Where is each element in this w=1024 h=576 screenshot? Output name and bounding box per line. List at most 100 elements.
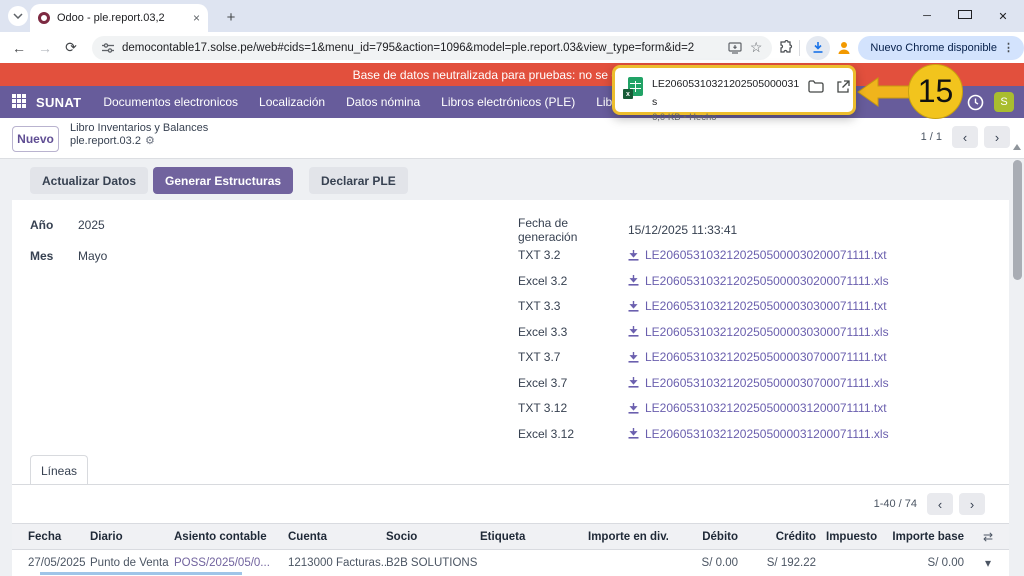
cell-diario: Punto de Venta	[90, 557, 174, 569]
cell-asiento-link[interactable]: POSS/2025/05/0...	[174, 557, 288, 569]
download-icon	[628, 326, 639, 337]
file-label: Excel 3.3	[518, 325, 628, 339]
list-prev-icon[interactable]: ‹	[927, 493, 953, 515]
tab-lineas[interactable]: Líneas	[30, 455, 88, 485]
control-panel: Nuevo Libro Inventarios y Balances ple.r…	[0, 118, 1024, 158]
forward-icon[interactable]: →	[32, 40, 58, 56]
activities-clock-icon[interactable]	[967, 94, 984, 111]
gear-icon[interactable]: ⚙	[145, 134, 155, 147]
show-in-folder-icon[interactable]	[808, 80, 824, 94]
actualizar-datos-button[interactable]: Actualizar Datos	[30, 167, 148, 194]
cell-debito: S/ 0.00	[668, 557, 748, 569]
col-asiento[interactable]: Asiento contable	[174, 531, 288, 543]
list-next-icon[interactable]: ›	[959, 493, 985, 515]
breadcrumb: Libro Inventarios y Balances ple.report.…	[70, 122, 208, 147]
breadcrumb-parent[interactable]: Libro Inventarios y Balances	[70, 122, 208, 134]
col-debito[interactable]: Débito	[668, 531, 748, 543]
cell-cuenta: 1213000 Facturas...	[288, 557, 386, 569]
menu-localizacion[interactable]: Localización	[259, 95, 325, 109]
app-brand[interactable]: SUNAT	[36, 95, 81, 110]
month-value[interactable]: Mayo	[78, 249, 107, 263]
scroll-up-icon[interactable]	[1013, 144, 1021, 150]
file-label: TXT 3.3	[518, 299, 628, 313]
new-record-button[interactable]: Nuevo	[12, 126, 59, 152]
download-bubble[interactable]: x LE20605310321202505000031 s 6,0 KB • H…	[612, 65, 856, 115]
menu-libros-ple[interactable]: Libros electrónicos (PLE)	[441, 95, 575, 109]
chrome-menu-icon[interactable]: ⋮	[1003, 41, 1014, 54]
col-importe-base[interactable]: Importe base	[882, 531, 974, 543]
cell-socio: B2B SOLUTIONS ...	[386, 557, 480, 569]
col-impuesto[interactable]: Impuesto	[826, 531, 882, 543]
download-meta: 6,0 KB • Hecho	[652, 112, 799, 123]
download-icon	[628, 403, 639, 414]
form-sheet: Año 2025 Mes Mayo Fecha de generación 15…	[12, 200, 1009, 576]
minimize-icon[interactable]: ─	[920, 10, 934, 22]
notebook-divider	[12, 484, 1009, 485]
columns-adjust-icon[interactable]: ⇄	[974, 530, 1002, 544]
download-icon	[628, 275, 639, 286]
record-prev-icon[interactable]: ‹	[952, 126, 978, 148]
declarar-ple-button[interactable]: Declarar PLE	[309, 167, 408, 194]
col-cuenta[interactable]: Cuenta	[288, 531, 386, 543]
file-download-link[interactable]: LE20605310321202505000030200071111.txt	[628, 248, 887, 262]
file-download-link[interactable]: LE20605310321202505000031200071111.txt	[628, 401, 887, 415]
extensions-icon[interactable]	[778, 40, 793, 55]
download-icon	[628, 428, 639, 439]
col-credito[interactable]: Crédito	[748, 531, 826, 543]
toolbar-divider	[799, 40, 800, 56]
cell-importe-base: S/ 0.00	[882, 557, 974, 569]
file-label: TXT 3.7	[518, 350, 628, 364]
site-info-icon[interactable]	[102, 43, 114, 53]
cell-credito: S/ 192.22	[748, 557, 826, 569]
file-label: Excel 3.12	[518, 427, 628, 441]
col-socio[interactable]: Socio	[386, 531, 480, 543]
year-label: Año	[30, 218, 64, 232]
tab-close-icon[interactable]: ×	[193, 11, 200, 25]
file-download-link[interactable]: LE20605310321202505000030700071111.txt	[628, 350, 887, 364]
horizontal-scroll-indicator[interactable]	[40, 572, 242, 575]
file-label: Excel 3.7	[518, 376, 628, 390]
file-download-link[interactable]: LE20605310321202505000030200071111.xls	[628, 274, 889, 288]
reload-icon[interactable]: ⟳	[58, 39, 84, 56]
record-next-icon[interactable]: ›	[984, 126, 1010, 148]
file-download-link[interactable]: LE20605310321202505000030300071111.xls	[628, 325, 889, 339]
year-value[interactable]: 2025	[78, 218, 107, 232]
file-label: Excel 3.2	[518, 274, 628, 288]
download-icon	[628, 250, 639, 261]
breadcrumb-record: ple.report.03.2	[70, 135, 141, 147]
browser-tab[interactable]: Odoo - ple.report.03,2 ×	[30, 4, 208, 32]
new-tab-icon[interactable]: +	[222, 8, 240, 26]
back-icon[interactable]: ←	[6, 40, 32, 56]
file-download-link[interactable]: LE20605310321202505000031200071111.xls	[628, 427, 889, 441]
chrome-tabstrip: Odoo - ple.report.03,2 × + ─ ✕	[0, 0, 1024, 32]
scrollbar-thumb[interactable]	[1013, 160, 1022, 280]
chrome-update-button[interactable]: Nuevo Chrome disponible ⋮	[858, 36, 1024, 60]
col-diario[interactable]: Diario	[90, 531, 174, 543]
install-app-icon[interactable]	[728, 42, 742, 54]
chrome-update-label: Nuevo Chrome disponible	[870, 42, 997, 54]
maximize-icon[interactable]	[958, 10, 972, 22]
user-avatar[interactable]: S	[994, 92, 1014, 112]
downloads-icon[interactable]	[806, 36, 830, 60]
col-etiqueta[interactable]: Etiqueta	[480, 531, 588, 543]
bookmark-star-icon[interactable]: ☆	[750, 39, 763, 56]
tab-search-icon[interactable]	[8, 6, 28, 26]
address-bar[interactable]: democontable17.solse.pe/web#cids=1&menu_…	[92, 36, 772, 60]
open-file-icon[interactable]	[836, 80, 850, 94]
vertical-scrollbar[interactable]	[1012, 140, 1022, 570]
browser-toolbar: ← → ⟳ democontable17.solse.pe/web#cids=1…	[0, 32, 1024, 63]
close-icon[interactable]: ✕	[996, 10, 1010, 23]
file-download-link[interactable]: LE20605310321202505000030700071111.xls	[628, 376, 889, 390]
lines-table: Fecha Diario Asiento contable Cuenta Soc…	[12, 523, 1009, 576]
generar-estructuras-button[interactable]: Generar Estructuras	[153, 167, 293, 194]
col-fecha[interactable]: Fecha	[28, 531, 90, 543]
profile-icon[interactable]	[836, 40, 852, 56]
table-header-row: Fecha Diario Asiento contable Cuenta Soc…	[12, 523, 1009, 550]
file-download-link[interactable]: LE20605310321202505000030300071111.txt	[628, 299, 887, 313]
row-caret-icon[interactable]: ▾	[974, 556, 1002, 570]
col-importe-div[interactable]: Importe en div...	[588, 531, 668, 543]
browser-window: Odoo - ple.report.03,2 × + ─ ✕ ← → ⟳ dem…	[0, 0, 1024, 576]
menu-documentos-electronicos[interactable]: Documentos electronicos	[103, 95, 238, 109]
apps-grid-icon[interactable]	[12, 94, 28, 110]
menu-datos-nomina[interactable]: Datos nómina	[346, 95, 420, 109]
